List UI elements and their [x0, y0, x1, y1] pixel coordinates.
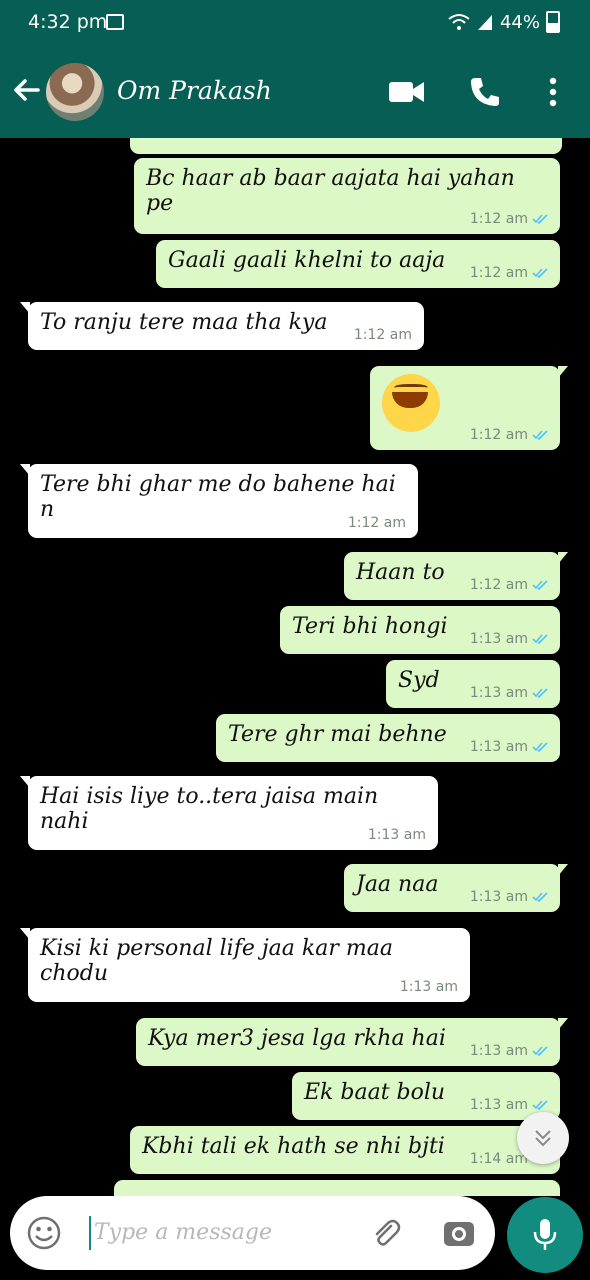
message-bubble-outgoing[interactable]: Bc haar ab baar aajata hai yahan pe 1:12… [134, 158, 560, 234]
message-time: 1:13 am [399, 979, 458, 995]
message-text: Syd [398, 668, 440, 693]
bubble-tail [20, 776, 30, 788]
message-bubble-outgoing[interactable]: Haan to 1:12 am [344, 552, 568, 600]
message-time: 1:12 am [353, 327, 412, 343]
message-text: Kya mer3 jesa lga rkha hai [148, 1026, 446, 1051]
gallery-icon [106, 14, 124, 30]
read-receipt-icon [532, 1046, 548, 1056]
camera-icon[interactable] [439, 1213, 479, 1253]
chat-header: Om Prakash [0, 46, 590, 138]
message-text: Ek baat bolu [304, 1080, 446, 1105]
bubble-tail [558, 1018, 568, 1030]
status-time: 4:32 pm [28, 11, 108, 33]
double-chevron-down-icon [535, 1130, 551, 1147]
message-input[interactable]: Type a message [94, 1220, 272, 1245]
message-bubble-outgoing[interactable]: Jaa naa 1:13 am [344, 864, 568, 912]
message-time: 1:12 am [469, 427, 528, 443]
message-bubble-outgoing[interactable]: 1:12 am [370, 366, 568, 450]
message-text: Tere bhi ghar me do bahene hai n [40, 472, 396, 522]
chat-area[interactable]: Bc haar ab baar aajata hai yahan pe 1:12… [0, 138, 590, 1196]
read-receipt-icon [532, 1100, 548, 1110]
bubble-tail [20, 928, 30, 940]
read-receipt-icon [532, 688, 548, 698]
back-arrow-icon[interactable] [10, 74, 42, 106]
message-time: 1:12 am [347, 515, 406, 531]
message-time: 1:12 am [469, 265, 528, 281]
video-call-icon[interactable] [387, 72, 427, 112]
message-time: 1:13 am [469, 685, 528, 701]
more-options-icon[interactable] [533, 72, 573, 112]
scroll-to-bottom-button[interactable] [517, 1112, 569, 1164]
contact-avatar[interactable] [46, 63, 104, 121]
read-receipt-icon [532, 634, 548, 644]
message-text: Gaali gaali khelni to aaja [168, 248, 446, 273]
message-text: Haan to [356, 560, 445, 585]
message-bubble-outgoing[interactable]: Kya mer3 jesa lga rkha hai 1:13 am [136, 1018, 568, 1066]
message-bubble-outgoing[interactable]: Teri bhi hongi 1:13 am [280, 606, 560, 654]
message-time: 1:13 am [469, 1043, 528, 1059]
phone-call-icon[interactable] [465, 72, 505, 112]
read-receipt-icon [532, 892, 548, 902]
bubble-tail [20, 464, 30, 476]
message-text: Jaa naa [356, 872, 439, 897]
message-text: Kbhi tali ek hath se nhi bjti [142, 1134, 445, 1159]
message-composer[interactable]: Type a message [10, 1196, 495, 1270]
bubble-tail [558, 552, 568, 564]
message-bubble-outgoing[interactable]: Kbhi tali ek hath se nhi bjti 1:14 am [130, 1126, 560, 1174]
laughing-emoji-icon [382, 374, 440, 432]
message-bubble-outgoing[interactable]: Ek baat bolu 1:13 am [292, 1072, 560, 1120]
battery-icon [546, 11, 560, 33]
message-bubble-outgoing[interactable]: Syd 1:13 am [386, 660, 560, 708]
message-bubble-outgoing[interactable]: Gaali gaali khelni to aaja 1:12 am [156, 240, 560, 288]
read-receipt-icon [532, 742, 548, 752]
message-text: Teri bhi hongi [292, 614, 448, 639]
message-text: Tere ghr mai behne [228, 722, 447, 747]
read-receipt-icon [532, 580, 548, 590]
message-time: 1:12 am [469, 211, 528, 227]
voice-message-button[interactable] [507, 1197, 583, 1273]
battery-percent: 44% [499, 11, 540, 33]
attachment-icon[interactable] [366, 1213, 406, 1253]
message-time: 1:13 am [469, 631, 528, 647]
message-time: 1:12 am [469, 577, 528, 593]
read-receipt-icon [532, 430, 548, 440]
message-text: Kisi ki personal life jaa kar maa chodu [40, 936, 393, 986]
message-text: Hai isis liye to..tera jaisa main nahi [40, 784, 379, 834]
message-bubble-incoming[interactable]: Hai isis liye to..tera jaisa main nahi 1… [20, 776, 438, 850]
message-time: 1:13 am [469, 739, 528, 755]
status-right: 44% [448, 11, 560, 33]
bubble-tail [558, 366, 568, 378]
message-time: 1:14 am [469, 1151, 528, 1167]
message-time: 1:13 am [469, 1097, 528, 1113]
message-bubble-incoming[interactable]: To ranju tere maa tha kya 1:12 am [20, 302, 424, 350]
message-bubble-outgoing[interactable]: Tere ghr mai behne 1:13 am [216, 714, 560, 762]
message-time: 1:13 am [367, 827, 426, 843]
message-text: To ranju tere maa tha kya [40, 310, 328, 335]
microphone-icon [533, 1219, 557, 1250]
message-bubble-partial [114, 1180, 560, 1196]
message-bubble-incoming[interactable]: Tere bhi ghar me do bahene hai n 1:12 am [20, 464, 418, 538]
bubble-tail [20, 302, 30, 314]
contact-name[interactable]: Om Prakash [117, 76, 272, 105]
bubble-tail [558, 864, 568, 876]
emoji-icon[interactable] [24, 1213, 64, 1253]
wifi-icon [448, 14, 470, 30]
message-bubble-incoming[interactable]: Kisi ki personal life jaa kar maa chodu … [20, 928, 470, 1002]
read-receipt-icon [532, 268, 548, 278]
signal-icon [477, 15, 492, 30]
text-cursor [89, 1216, 91, 1250]
message-bubble-partial [130, 138, 562, 154]
read-receipt-icon [532, 214, 548, 224]
status-bar: 4:32 pm 44% [0, 0, 590, 46]
message-time: 1:13 am [469, 889, 528, 905]
message-text: Bc haar ab baar aajata hai yahan pe [146, 166, 515, 216]
